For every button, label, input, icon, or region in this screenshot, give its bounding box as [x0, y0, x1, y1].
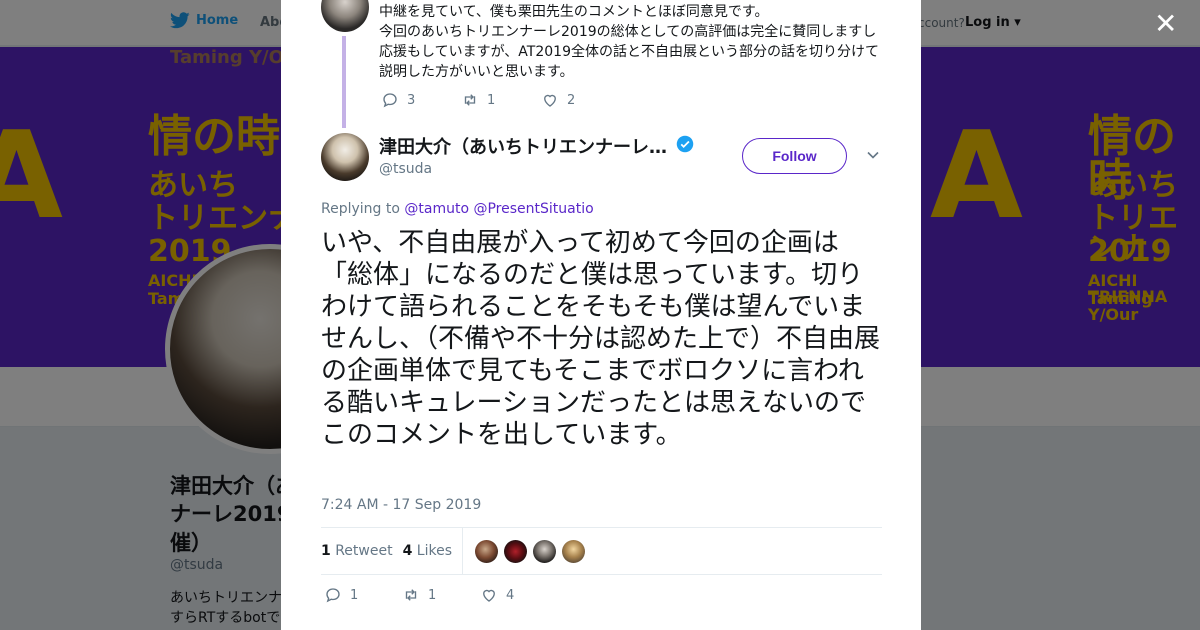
mention-link-tamuto[interactable]: @tamuto — [404, 201, 469, 217]
like-button[interactable]: 2 — [541, 91, 621, 109]
liker-avatar[interactable] — [475, 539, 498, 563]
author-handle[interactable]: @tsuda — [379, 161, 432, 177]
heart-icon — [483, 589, 495, 602]
tweet-actions: 1 1 4 — [324, 586, 558, 604]
reply-count: 3 — [407, 92, 416, 108]
replying-to: Replying to @tamuto @PresentSituatio — [321, 201, 594, 217]
reply-button[interactable]: 1 — [324, 586, 402, 604]
replying-prefix: Replying to — [321, 201, 400, 217]
retweet-icon — [464, 94, 476, 106]
parent-tweet-avatar[interactable] — [321, 0, 369, 32]
retweet-button[interactable]: 1 — [402, 586, 480, 604]
like-count: 2 — [567, 92, 576, 108]
chevron-down-icon[interactable] — [866, 148, 880, 162]
reply-count: 1 — [350, 587, 359, 603]
liker-avatar[interactable] — [562, 539, 585, 563]
retweet-count: 1 — [487, 92, 496, 108]
like-stat[interactable]: 4 Likes — [403, 543, 452, 559]
follow-button[interactable]: Follow — [742, 138, 847, 174]
like-stat-count: 4 — [402, 543, 413, 559]
like-button[interactable]: 4 — [480, 586, 558, 604]
tweet-stats: 1 Retweet 4 Likes — [321, 528, 882, 574]
author-avatar[interactable] — [321, 133, 369, 181]
liker-avatar[interactable] — [504, 539, 527, 563]
reply-icon — [383, 93, 397, 108]
retweet-icon — [405, 589, 417, 601]
reply-icon — [326, 588, 340, 603]
like-count: 4 — [506, 587, 515, 603]
likers-avatars — [475, 539, 585, 563]
liker-avatar[interactable] — [533, 539, 556, 563]
parent-tweet-actions: 3 1 2 — [381, 91, 621, 109]
tweet-modal: 中継を見ていて、僕も栗田先生のコメントとほぼ同意見です。 今回のあいちトリエンナ… — [281, 0, 921, 630]
mention-link-presentsituatio[interactable]: @PresentSituatio — [473, 201, 593, 217]
verified-badge-icon — [676, 135, 694, 153]
thread-connector — [342, 36, 346, 128]
retweet-stat-label: Retweet — [335, 543, 393, 559]
stats-divider — [462, 528, 463, 574]
retweet-stat[interactable]: 1 Retweet — [321, 543, 393, 559]
retweet-stat-count: 1 — [321, 543, 331, 559]
like-stat-label: Likes — [416, 543, 452, 559]
tweet-text: いや、不自由展が入って初めて今回の企画は「総体」になるのだと僕は思っています。切… — [321, 228, 881, 450]
parent-tweet-text: 中継を見ていて、僕も栗田先生のコメントとほぼ同意見です。 今回のあいちトリエンナ… — [379, 4, 879, 80]
divider — [321, 574, 882, 575]
author-name[interactable]: 津田大介（あいちトリエンナーレ… — [379, 133, 667, 159]
heart-icon — [544, 94, 556, 107]
tweet-timestamp[interactable]: 7:24 AM - 17 Sep 2019 — [321, 497, 481, 513]
retweet-count: 1 — [428, 587, 437, 603]
close-icon[interactable]: ✕ — [1154, 10, 1177, 38]
reply-button[interactable]: 3 — [381, 91, 461, 109]
retweet-button[interactable]: 1 — [461, 91, 541, 109]
